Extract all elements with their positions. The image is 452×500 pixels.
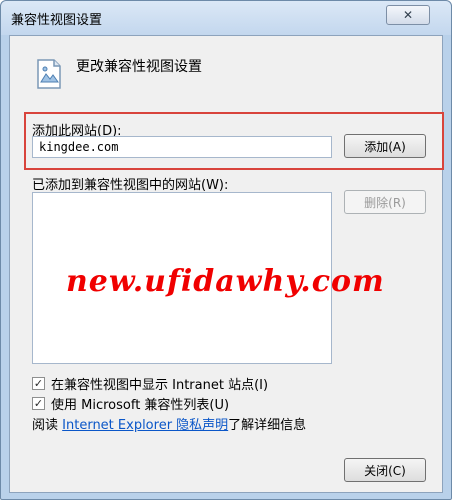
privacy-line: 阅读 Internet Explorer 隐私声明了解详细信息 [32,414,306,433]
dialog-heading: 更改兼容性视图设置 [76,59,202,75]
watermark-text: new.ufidawhy.com [66,264,385,299]
microsoft-list-label: 使用 Microsoft 兼容性列表(U) [51,398,230,413]
microsoft-list-checkbox[interactable]: ✓ [32,397,45,410]
add-button[interactable]: 添加(A) [344,134,426,158]
privacy-statement-link[interactable]: Internet Explorer 隐私声明 [62,418,228,433]
microsoft-list-option[interactable]: ✓ 使用 Microsoft 兼容性列表(U) [32,394,229,413]
privacy-prefix: 阅读 [32,418,59,433]
window-close-button[interactable]: ✕ [386,5,430,25]
close-icon: ✕ [402,8,414,22]
title-bar: 兼容性视图设置 ✕ [1,1,451,35]
picture-settings-icon [37,59,61,89]
intranet-option[interactable]: ✓ 在兼容性视图中显示 Intranet 站点(I) [32,374,268,393]
window-title: 兼容性视图设置 [11,13,103,28]
added-sites-label: 已添加到兼容性视图中的网站(W): [32,178,229,193]
intranet-label: 在兼容性视图中显示 Intranet 站点(I) [51,378,269,393]
compatibility-view-dialog: 兼容性视图设置 ✕ 更改兼容性视图设置 添加此网站(D): 添加(A) 已添加到… [0,0,452,500]
dialog-body: 更改兼容性视图设置 添加此网站(D): 添加(A) 已添加到兼容性视图中的网站(… [9,35,444,493]
site-input[interactable] [32,136,332,158]
privacy-suffix: 了解详细信息 [228,418,307,433]
close-button[interactable]: 关闭(C) [344,458,426,482]
remove-button[interactable]: 删除(R) [344,190,426,214]
intranet-checkbox[interactable]: ✓ [32,377,45,390]
